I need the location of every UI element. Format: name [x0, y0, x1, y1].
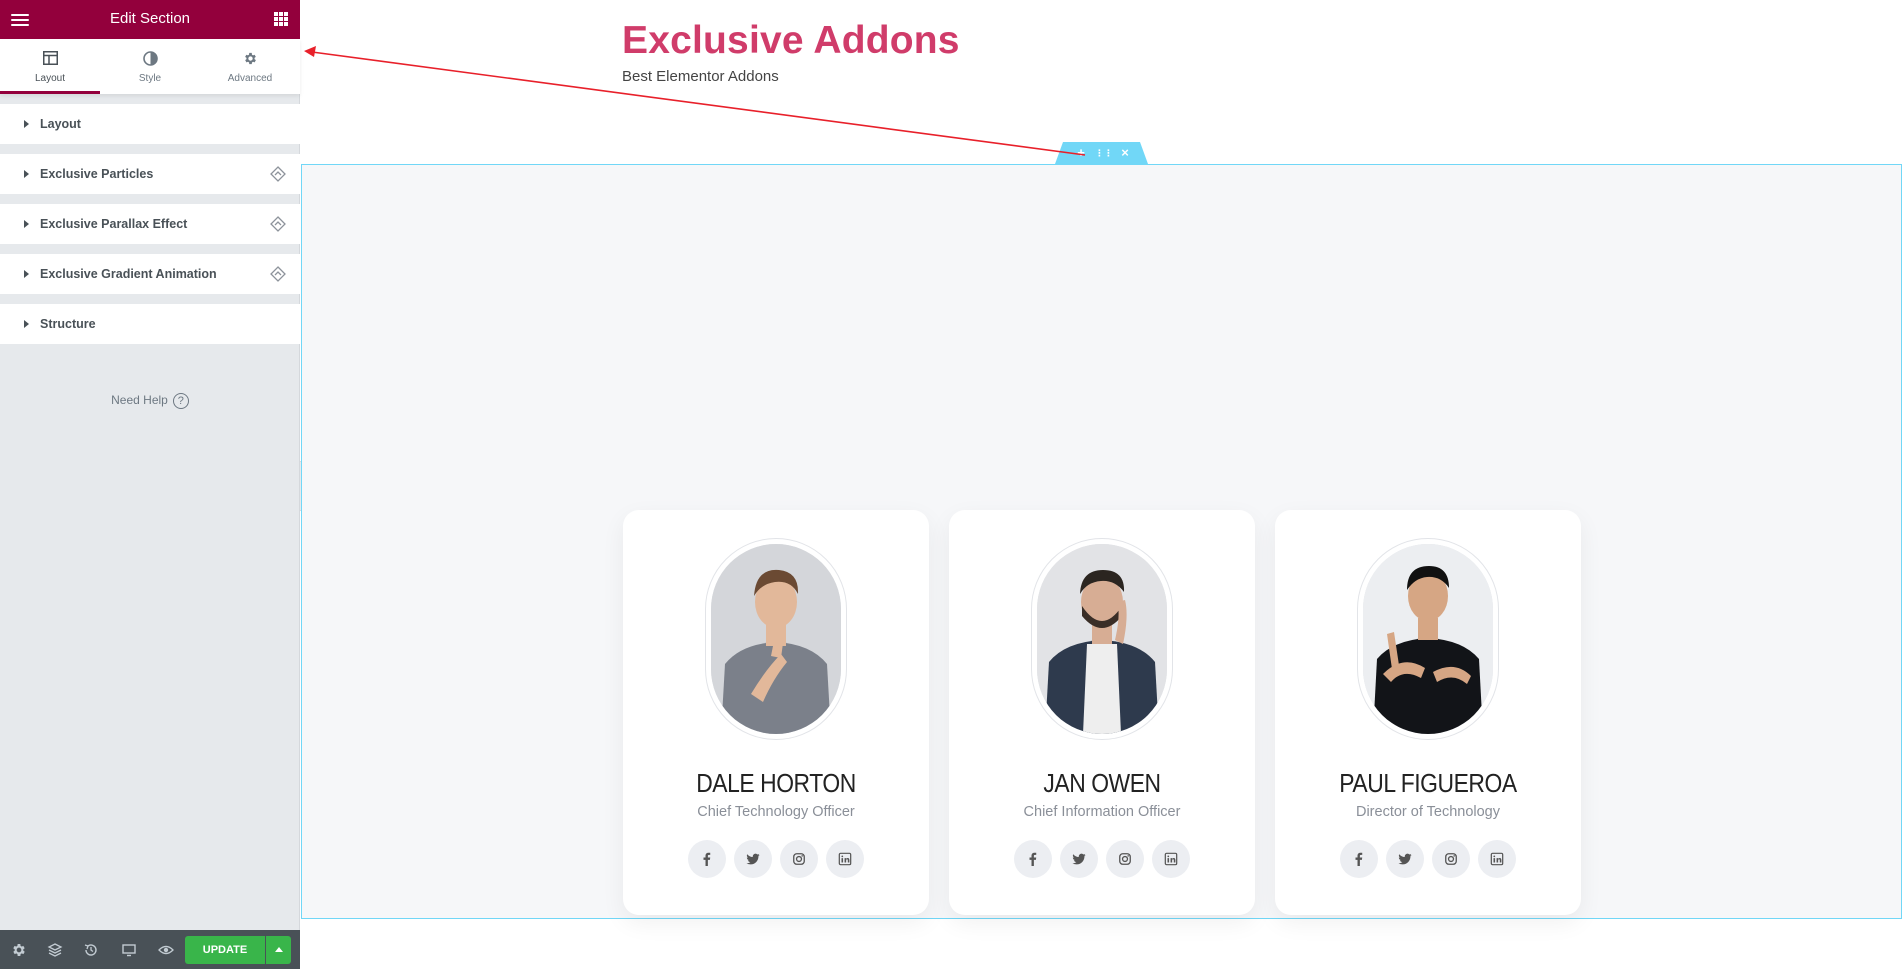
responsive-desktop-icon[interactable]	[121, 942, 137, 958]
navigator-layers-icon[interactable]	[47, 942, 63, 958]
social-links	[949, 840, 1255, 878]
need-help-label: Need Help	[111, 393, 168, 408]
team-member-role: Chief Information Officer	[1023, 804, 1181, 820]
section-handle: + ⋮⋮ ×	[1055, 142, 1148, 164]
portrait-frame	[705, 538, 847, 740]
social-links	[1275, 840, 1581, 878]
instagram-icon[interactable]	[780, 840, 818, 878]
section-label: Exclusive Particles	[40, 167, 154, 181]
team-member-photo	[1363, 544, 1493, 734]
update-options-caret-up-icon[interactable]	[266, 936, 291, 964]
portrait-frame	[1031, 538, 1173, 740]
move-section-handle[interactable]: ⋮⋮	[1095, 147, 1113, 159]
section-label: Layout	[40, 117, 81, 131]
section-exclusive-gradient-animation[interactable]: Exclusive Gradient Animation	[0, 254, 300, 294]
gear-icon	[200, 51, 300, 67]
tab-style-label: Style	[138, 73, 162, 84]
panel-tabs: Layout Style Advanced	[0, 39, 300, 94]
team-member-role: Director of Technology	[1355, 804, 1500, 820]
layout-icon	[0, 51, 100, 67]
preview-eye-icon[interactable]	[158, 942, 174, 958]
portrait-frame	[1357, 538, 1499, 740]
hamburger-menu-icon[interactable]	[11, 11, 29, 28]
section-exclusive-parallax-effect[interactable]: Exclusive Parallax Effect	[0, 204, 300, 244]
need-help-link[interactable]: Need Help?	[0, 393, 300, 409]
page-subtitle: Best Elementor Addons	[622, 68, 779, 85]
editor-panel: Edit Section Layout Style Advanced Layou…	[0, 0, 300, 969]
settings-gear-icon[interactable]	[11, 942, 27, 958]
team-member-photo	[711, 544, 841, 734]
update-button[interactable]: UPDATE	[185, 936, 265, 964]
section-label: Structure	[40, 317, 96, 331]
question-circle-icon: ?	[172, 393, 189, 409]
editor-section[interactable]: DALE HORTON Chief Technology Officer JAN…	[301, 164, 1902, 919]
delete-section-button[interactable]: ×	[1118, 146, 1132, 159]
section-layout[interactable]: Layout	[0, 104, 300, 144]
tab-layout[interactable]: Layout	[0, 39, 100, 94]
twitter-icon[interactable]	[1386, 840, 1424, 878]
team-member-card: DALE HORTON Chief Technology Officer	[623, 510, 929, 915]
tab-advanced-label: Advanced	[227, 73, 273, 84]
facebook-icon[interactable]	[1340, 840, 1378, 878]
exclusive-addons-badge-icon	[270, 266, 286, 282]
section-label: Exclusive Parallax Effect	[40, 217, 188, 231]
social-links	[623, 840, 929, 878]
facebook-icon[interactable]	[688, 840, 726, 878]
team-member-name: JAN OWEN	[1043, 768, 1161, 798]
team-member-name: PAUL FIGUEROA	[1339, 768, 1517, 798]
caret-right-icon	[24, 270, 29, 278]
history-icon[interactable]	[83, 942, 99, 958]
twitter-icon[interactable]	[734, 840, 772, 878]
caret-right-icon	[24, 170, 29, 178]
team-member-role: Chief Technology Officer	[697, 804, 855, 820]
instagram-icon[interactable]	[1106, 840, 1144, 878]
panel-header: Edit Section	[0, 0, 300, 39]
twitter-icon[interactable]	[1060, 840, 1098, 878]
widgets-grid-icon[interactable]	[274, 12, 288, 26]
caret-right-icon	[24, 120, 29, 128]
section-exclusive-particles[interactable]: Exclusive Particles	[0, 154, 300, 194]
linkedin-icon[interactable]	[1152, 840, 1190, 878]
linkedin-icon[interactable]	[1478, 840, 1516, 878]
team-member-photo	[1037, 544, 1167, 734]
exclusive-addons-badge-icon	[270, 216, 286, 232]
instagram-icon[interactable]	[1432, 840, 1470, 878]
panel-footer: UPDATE	[0, 930, 300, 969]
contrast-icon	[100, 51, 200, 67]
panel-title: Edit Section	[109, 10, 191, 27]
team-member-name: DALE HORTON	[696, 768, 856, 798]
facebook-icon[interactable]	[1014, 840, 1052, 878]
caret-right-icon	[24, 320, 29, 328]
tab-layout-label: Layout	[34, 73, 66, 84]
add-section-button[interactable]: +	[1074, 146, 1088, 159]
section-label: Exclusive Gradient Animation	[40, 267, 217, 281]
exclusive-addons-badge-icon	[270, 166, 286, 182]
linkedin-icon[interactable]	[826, 840, 864, 878]
section-structure[interactable]: Structure	[0, 304, 300, 344]
team-member-card: PAUL FIGUEROA Director of Technology	[1275, 510, 1581, 915]
team-member-card: JAN OWEN Chief Information Officer	[949, 510, 1255, 915]
caret-right-icon	[24, 220, 29, 228]
tab-advanced[interactable]: Advanced	[200, 39, 300, 94]
page-title: Exclusive Addons	[622, 19, 960, 62]
tab-style[interactable]: Style	[100, 39, 200, 94]
